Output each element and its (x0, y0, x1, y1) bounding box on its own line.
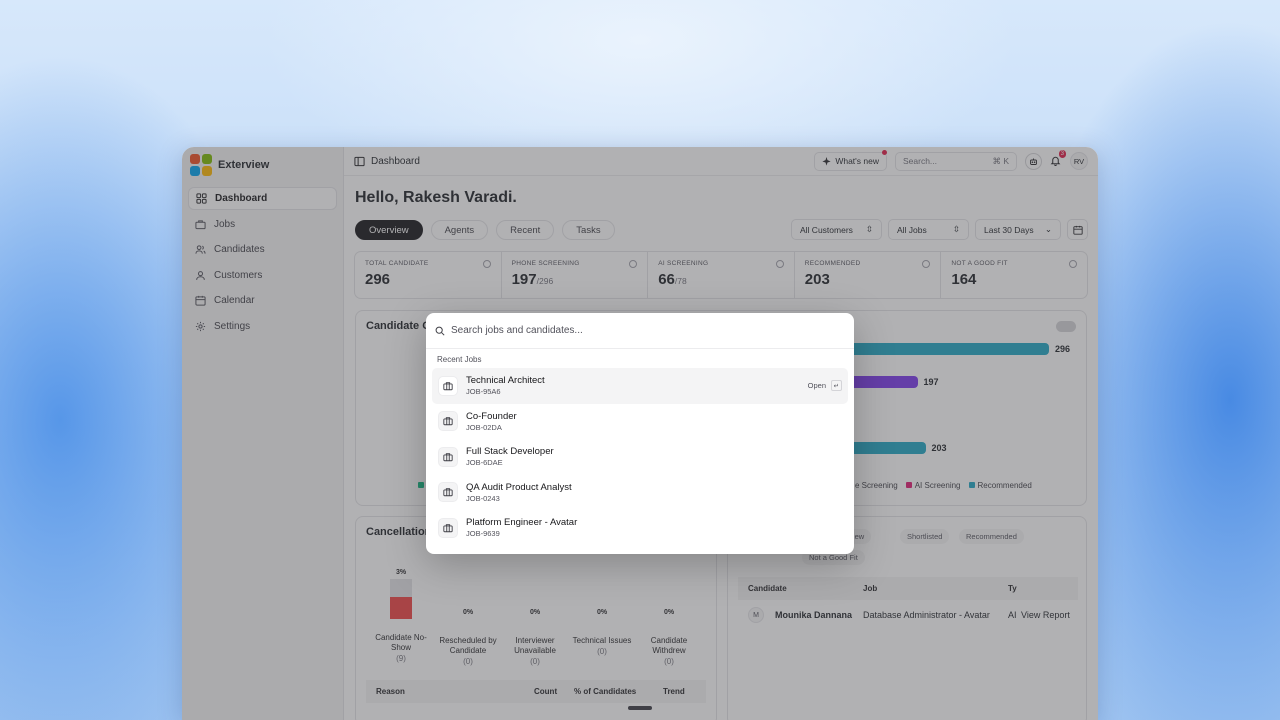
job-title: Technical Architect (466, 375, 545, 387)
search-icon (435, 326, 445, 336)
job-title: Co-Founder (466, 410, 517, 422)
palette-search (426, 313, 854, 349)
command-palette: Recent Jobs Technical ArchitectJOB-95A6 O… (426, 313, 854, 554)
job-title: Full Stack Developer (466, 446, 554, 458)
briefcase-icon (438, 375, 458, 396)
recent-jobs-heading: Recent Jobs (437, 355, 482, 364)
open-hint: Open ↵ (807, 380, 842, 392)
briefcase-icon (438, 482, 458, 503)
recent-job-item[interactable]: Technical Architect JOB-95A6 Open ↵ (432, 368, 848, 404)
briefcase-icon (438, 446, 458, 467)
job-id: JOB-95A6 (466, 387, 501, 397)
job-id: JOB-02DA (466, 422, 502, 432)
recent-job-item[interactable]: Full Stack Developer JOB-6DAE (432, 439, 848, 475)
scroll-handle[interactable] (628, 706, 652, 710)
recent-job-item[interactable]: QA Audit Product Analyst JOB-0243 (432, 475, 848, 511)
enter-key-icon: ↵ (831, 380, 842, 392)
recent-job-item[interactable]: Co-Founder JOB-02DA (432, 404, 848, 440)
job-id: JOB-6DAE (466, 458, 503, 468)
palette-search-input[interactable] (451, 325, 845, 336)
job-title: Platform Engineer - Avatar (466, 517, 578, 529)
recent-job-item[interactable]: Platform Engineer - Avatar JOB-9639 (432, 510, 848, 546)
job-id: JOB-0243 (466, 493, 500, 503)
briefcase-icon (438, 517, 458, 538)
briefcase-icon (438, 411, 458, 432)
recent-jobs-list: Technical Architect JOB-95A6 Open ↵ Co-Found… (426, 368, 854, 546)
job-title: QA Audit Product Analyst (466, 481, 572, 493)
job-id: JOB-9639 (466, 529, 500, 539)
open-label: Open (807, 381, 826, 391)
